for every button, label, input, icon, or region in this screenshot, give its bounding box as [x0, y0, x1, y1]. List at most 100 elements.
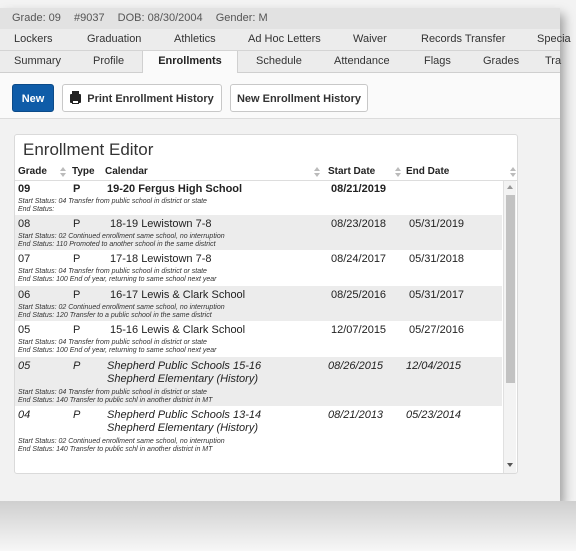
table-row[interactable]: 04 P Shepherd Public Schools 13-14 Sheph…	[15, 406, 502, 466]
tab-athletics[interactable]: Athletics	[174, 29, 216, 50]
row-start-status: Start Status: 02 Continued enrollment sa…	[18, 304, 225, 311]
tab-summary[interactable]: Summary	[14, 51, 61, 72]
tab-records-transfer[interactable]: Records Transfer	[421, 29, 505, 50]
row-start-status: Start Status: 04 Transfer from public sc…	[18, 268, 207, 275]
print-enrollment-history-label: Print Enrollment History	[87, 93, 214, 105]
row-start-status: Start Status: 02 Continued enrollment sa…	[18, 233, 225, 240]
row-grade: 07	[18, 253, 31, 265]
student-dob: DOB: 08/30/2004	[117, 12, 203, 24]
col-header-grade[interactable]: Grade	[18, 164, 47, 180]
row-calendar: 18-19 Lewistown 7-8	[110, 218, 212, 230]
row-end-date: 05/31/2019	[409, 218, 465, 230]
student-id: #9037	[73, 12, 105, 24]
row-start-date: 08/24/2017	[331, 253, 387, 265]
tab-grades[interactable]: Grades	[483, 51, 519, 72]
scroll-down-icon[interactable]	[507, 463, 513, 467]
new-enrollment-history-button[interactable]: New Enrollment History	[230, 84, 368, 112]
scrollbar-thumb[interactable]	[506, 195, 515, 383]
table-row[interactable]: 05 P 15-16 Lewis & Clark School 12/07/20…	[15, 321, 502, 357]
row-start-date: 08/21/2019	[331, 183, 387, 195]
row-end-status: End Status: 140 Transfer to public schl …	[18, 446, 213, 453]
table-row[interactable]: 07 P 17-18 Lewistown 7-8 08/24/2017 05/3…	[15, 250, 502, 286]
row-grade: 05	[18, 324, 31, 336]
row-start-date: 08/23/2018	[331, 218, 387, 230]
row-start-status: Start Status: 04 Transfer from public sc…	[18, 339, 207, 346]
tab-row-2: Summary Profile Enrollments Schedule Att…	[0, 51, 561, 73]
tab-ad-hoc-letters[interactable]: Ad Hoc Letters	[248, 29, 321, 50]
row-type: P	[73, 360, 81, 372]
row-end-status: End Status: 100 End of year, returning t…	[18, 276, 217, 283]
sort-start-date-icon[interactable]	[395, 167, 401, 177]
print-enrollment-history-button[interactable]: Print Enrollment History	[62, 84, 222, 112]
row-type: P	[73, 289, 81, 301]
screen: Grade: 09 #9037 DOB: 08/30/2004 Gender: …	[0, 0, 576, 551]
table-row[interactable]: 05 P Shepherd Public Schools 15-16 Sheph…	[15, 357, 502, 406]
row-calendar: 15-16 Lewis & Clark School	[110, 324, 246, 336]
sort-grade-icon[interactable]	[60, 167, 66, 177]
student-gender: Gender: M	[215, 12, 268, 24]
row-calendar: 19-20 Fergus High School	[107, 183, 243, 195]
row-start-status: Start Status: 04 Transfer from public sc…	[18, 389, 207, 396]
row-grade: 08	[18, 218, 31, 230]
row-calendar: 16-17 Lewis & Clark School	[110, 289, 246, 301]
row-grade: 05	[18, 360, 31, 372]
printer-icon	[70, 91, 82, 104]
tab-profile[interactable]: Profile	[93, 51, 124, 72]
col-header-start-date[interactable]: Start Date	[328, 164, 375, 180]
tab-enrollments[interactable]: Enrollments	[142, 51, 238, 73]
row-end-date: 05/31/2017	[409, 289, 465, 301]
tab-schedule[interactable]: Schedule	[256, 51, 302, 72]
col-header-type[interactable]: Type	[72, 164, 95, 180]
row-end-date: 05/27/2016	[409, 324, 465, 336]
row-start-date: 08/25/2016	[331, 289, 387, 301]
student-info-bar: Grade: 09 #9037 DOB: 08/30/2004 Gender: …	[0, 8, 560, 29]
row-end-status: End Status: 120 Transfer to a public sch…	[18, 312, 212, 319]
row-calendar: 17-18 Lewistown 7-8	[110, 253, 212, 265]
tab-special[interactable]: Specia	[537, 29, 571, 50]
table-row[interactable]: 08 P 18-19 Lewistown 7-8 08/23/2018 05/3…	[15, 215, 502, 250]
enrollment-table-body: 09 P 19-20 Fergus High School 08/21/2019…	[15, 181, 502, 473]
row-end-date: 12/04/2015	[406, 360, 462, 372]
table-header: Grade Type Calendar Start Date End Date	[15, 164, 517, 181]
row-start-date: 12/07/2015	[331, 324, 387, 336]
row-type: P	[73, 183, 81, 195]
tab-row-1: Lockers Graduation Athletics Ad Hoc Lett…	[0, 29, 571, 51]
row-start-status: Start Status: 04 Transfer from public sc…	[18, 198, 207, 205]
row-end-status: End Status: 100 End of year, returning t…	[18, 347, 217, 354]
col-header-end-date[interactable]: End Date	[406, 164, 449, 180]
scroll-up-icon[interactable]	[507, 185, 513, 189]
row-type: P	[73, 253, 81, 265]
row-end-status: End Status:	[18, 206, 55, 213]
row-type: P	[73, 218, 81, 230]
row-start-date: 08/26/2015	[328, 360, 384, 372]
table-row[interactable]: 06 P 16-17 Lewis & Clark School 08/25/20…	[15, 286, 502, 321]
row-end-status: End Status: 140 Transfer to public schl …	[18, 397, 213, 404]
tab-attendance[interactable]: Attendance	[334, 51, 390, 72]
row-grade: 09	[18, 183, 31, 195]
row-type: P	[73, 324, 81, 336]
table-scrollbar[interactable]	[503, 181, 516, 473]
row-grade: 06	[18, 289, 31, 301]
row-end-date: 05/31/2018	[409, 253, 465, 265]
enrollment-editor: Enrollment Editor Grade Type Calendar St…	[14, 134, 518, 474]
row-start-status: Start Status: 02 Continued enrollment sa…	[18, 438, 225, 445]
sort-end-date-icon[interactable]	[510, 167, 516, 177]
row-calendar: Shepherd Public Schools 13-14 Shepherd E…	[107, 409, 262, 434]
row-end-date: 05/23/2014	[406, 409, 462, 421]
tab-lockers[interactable]: Lockers	[14, 29, 53, 50]
tab-waiver[interactable]: Waiver	[353, 29, 387, 50]
col-header-calendar[interactable]: Calendar	[105, 164, 148, 180]
tab-transfer[interactable]: Tra	[545, 51, 561, 72]
shadow-fade	[0, 501, 576, 551]
student-panel: Grade: 09 #9037 DOB: 08/30/2004 Gender: …	[0, 8, 571, 501]
row-start-date: 08/21/2013	[328, 409, 384, 421]
table-row[interactable]: 09 P 19-20 Fergus High School 08/21/2019…	[15, 181, 502, 215]
editor-title: Enrollment Editor	[23, 140, 154, 159]
sort-calendar-icon[interactable]	[314, 167, 320, 177]
tab-flags[interactable]: Flags	[424, 51, 451, 72]
row-grade: 04	[18, 409, 31, 421]
row-calendar: Shepherd Public Schools 15-16 Shepherd E…	[107, 360, 262, 385]
new-button[interactable]: New	[12, 84, 54, 112]
row-type: P	[73, 409, 81, 421]
tab-graduation[interactable]: Graduation	[87, 29, 141, 50]
